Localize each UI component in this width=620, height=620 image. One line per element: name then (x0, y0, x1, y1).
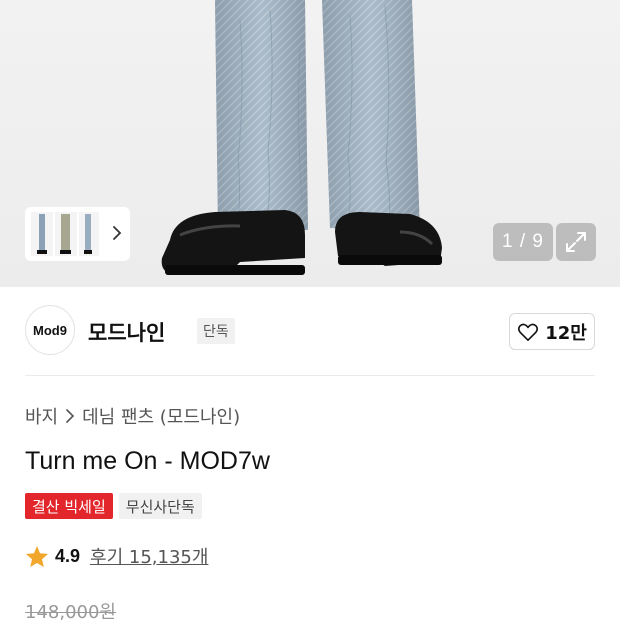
brand-logo[interactable]: Mod9 (25, 305, 75, 355)
brand-row: Mod9 모드나인 단독 12만 (25, 305, 595, 357)
rating-value: 4.9 (55, 545, 81, 566)
rating-row: 4.9 후기 15,135개 (25, 543, 208, 569)
breadcrumb-category[interactable]: 바지 (25, 403, 58, 429)
brand-name[interactable]: 모드나인 (88, 317, 165, 347)
like-button[interactable]: 12만 (509, 313, 595, 350)
like-count: 12만 (545, 322, 587, 344)
product-tags: 결산 빅세일 무신사단독 (25, 493, 202, 519)
product-gallery[interactable]: 1 / 9 (0, 0, 620, 287)
chevron-right-icon[interactable] (112, 224, 122, 242)
product-title: Turn me On - MOD7w (25, 447, 270, 475)
original-price: 148,000원 (25, 602, 116, 620)
star-icon (26, 545, 48, 567)
thumbnail-images[interactable] (29, 210, 101, 258)
brand-exclusive-badge: 단독 (197, 318, 235, 344)
expand-button[interactable] (556, 223, 596, 261)
image-page-counter: 1 / 9 (493, 223, 553, 261)
review-count-link[interactable]: 후기 15,135개 (90, 543, 208, 569)
exclusive-tag: 무신사단독 (118, 493, 202, 519)
expand-icon (566, 232, 586, 252)
breadcrumb: 바지 데님 팬츠 (모드나인) (25, 403, 240, 429)
divider (25, 375, 595, 376)
chevron-right-icon (66, 409, 75, 423)
sale-tag: 결산 빅세일 (25, 493, 113, 519)
breadcrumb-subcategory[interactable]: 데님 팬츠 (모드나인) (82, 403, 240, 429)
heart-icon (518, 323, 539, 341)
thumbnail-strip[interactable] (25, 207, 130, 261)
